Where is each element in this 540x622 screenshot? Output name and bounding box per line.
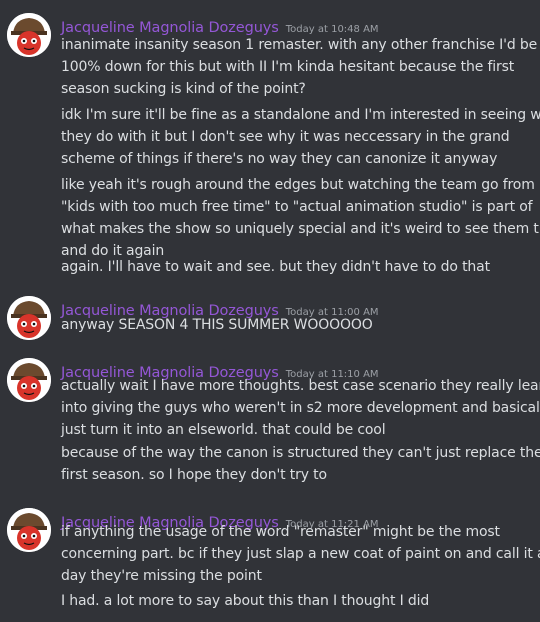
avatar-image — [7, 13, 51, 57]
message-text: again. I'll have to wait and see. but th… — [61, 259, 490, 275]
message-text: like yeah it's rough around the edges bu… — [61, 177, 535, 193]
message-text: I had. a lot more to say about this than… — [61, 593, 430, 609]
avatar-image — [7, 296, 51, 340]
avatar[interactable] — [7, 13, 51, 57]
message-text: if anything the usage of the word "remas… — [61, 524, 500, 540]
message-text: they do with it but I don't see why it w… — [61, 129, 510, 145]
message-text: just turn it into an elseworld. that cou… — [61, 422, 386, 438]
message-text: into giving the guys who weren't in s2 m… — [61, 400, 540, 416]
message-text: concerning part. bc if they just slap a … — [61, 546, 540, 562]
message-text: season sucking is kind of the point? — [61, 81, 306, 97]
message-text: "kids with too much free time" to "actua… — [61, 199, 533, 215]
message-text: scheme of things if there's no way they … — [61, 151, 498, 167]
avatar-image — [7, 508, 51, 552]
message-text: day they're missing the point — [61, 568, 262, 584]
message-text: inanimate insanity season 1 remaster. wi… — [61, 37, 538, 53]
message-text: actually wait I have more thoughts. best… — [61, 378, 540, 394]
avatar[interactable] — [7, 508, 51, 552]
avatar[interactable] — [7, 296, 51, 340]
message-text: 100% down for this but with II I'm kinda… — [61, 59, 515, 75]
message-text: what makes the show so uniquely special … — [61, 221, 540, 237]
avatar-image — [7, 358, 51, 402]
chat-log: Jacqueline Magnolia Dozeguys Today at 10:… — [0, 0, 540, 622]
message-text: idk I'm sure it'll be fine as a standalo… — [61, 107, 540, 123]
message-text: because of the way the canon is structur… — [61, 445, 540, 461]
message-text: anyway SEASON 4 THIS SUMMER WOOOOOO — [61, 317, 373, 333]
avatar[interactable] — [7, 358, 51, 402]
message-text: first season. so I hope they don't try t… — [61, 467, 327, 483]
